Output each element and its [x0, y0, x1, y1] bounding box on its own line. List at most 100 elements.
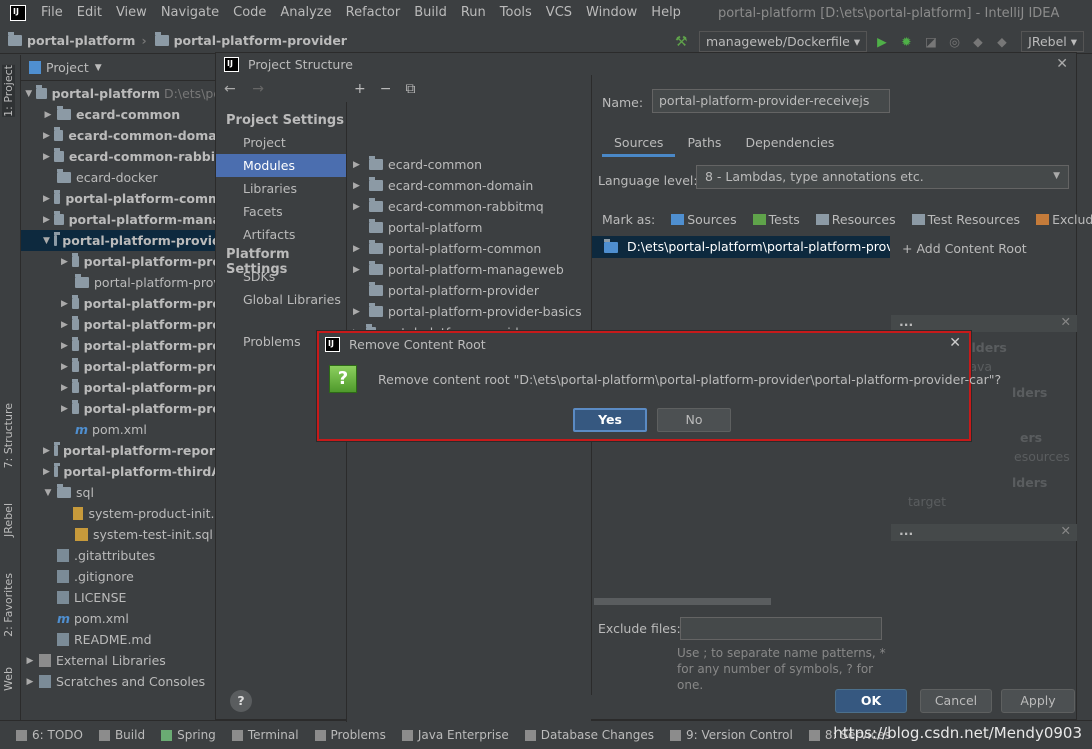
- mark-sources-button[interactable]: Sources: [671, 212, 737, 227]
- structure-tool-tab[interactable]: 7: Structure: [2, 403, 15, 468]
- chevron-down-icon[interactable]: ▼: [25, 89, 32, 99]
- build-tab[interactable]: Build: [98, 728, 145, 742]
- chevron-right-icon[interactable]: ▶: [353, 160, 363, 170]
- tree-item[interactable]: ▶ Scratches and Consoles: [21, 671, 221, 692]
- ok-button[interactable]: OK: [835, 689, 907, 713]
- menu-edit[interactable]: Edit: [70, 0, 109, 26]
- java-enterprise-tab[interactable]: Java Enterprise: [401, 728, 509, 742]
- favorites-tool-tab[interactable]: 2: Favorites: [2, 573, 15, 637]
- close-icon[interactable]: ✕: [1061, 524, 1071, 538]
- tree-item[interactable]: ▼ portal-platform-provid: [21, 230, 221, 251]
- no-button[interactable]: No: [657, 408, 731, 432]
- tree-item[interactable]: ▶ portal-platform-thirdA: [21, 461, 221, 482]
- chevron-right-icon[interactable]: ▶: [61, 362, 68, 372]
- menu-navigate[interactable]: Navigate: [154, 0, 226, 26]
- jrebel-tool-tab[interactable]: JRebel: [2, 503, 15, 537]
- menu-build[interactable]: Build: [407, 0, 454, 26]
- breadcrumb-module[interactable]: portal-platform-provider: [147, 32, 347, 48]
- tree-item[interactable]: m pom.xml: [21, 608, 221, 629]
- module-list-item[interactable]: ▶ portal-platform-common: [347, 238, 592, 259]
- tree-item[interactable]: ▼ sql: [21, 482, 221, 503]
- tree-item[interactable]: ▶ ecard-common: [21, 104, 221, 125]
- tree-item[interactable]: ▶ ecard-common-domai: [21, 125, 221, 146]
- chevron-right-icon[interactable]: ▶: [61, 257, 68, 267]
- chevron-right-icon[interactable]: ▶: [353, 244, 363, 254]
- tree-item[interactable]: system-product-init.s: [21, 503, 221, 524]
- tree-item[interactable]: ▶ portal-platform-pro: [21, 377, 221, 398]
- sidebar-item-artifacts[interactable]: Artifacts: [216, 223, 346, 246]
- run-configuration-select[interactable]: manageweb/Dockerfile ▾: [698, 30, 868, 52]
- menu-view[interactable]: View: [109, 0, 154, 26]
- tree-item[interactable]: ▶ portal-platform-pro: [21, 335, 221, 356]
- module-name-field[interactable]: portal-platform-provider-receivejs: [652, 89, 890, 113]
- horizontal-scrollbar[interactable]: [594, 598, 771, 605]
- menu-window[interactable]: Window: [579, 0, 644, 26]
- remove-icon[interactable]: −: [380, 81, 392, 97]
- tree-item[interactable]: ▶ portal-platform-report: [21, 440, 221, 461]
- apply-button[interactable]: Apply: [1001, 689, 1075, 713]
- module-list-item[interactable]: ▶ ecard-common: [347, 154, 592, 175]
- tree-item[interactable]: ▶ portal-platform-pro: [21, 356, 221, 377]
- tree-item[interactable]: README.md: [21, 629, 221, 650]
- module-list-item[interactable]: portal-platform: [347, 217, 592, 238]
- mark-excluded-button[interactable]: Excluded: [1036, 212, 1092, 227]
- tree-item[interactable]: ecard-docker: [21, 167, 221, 188]
- yes-button[interactable]: Yes: [573, 408, 647, 432]
- chevron-right-icon[interactable]: ▶: [353, 202, 363, 212]
- exclude-files-input[interactable]: [680, 617, 882, 640]
- sidebar-item-global-libraries[interactable]: Global Libraries: [216, 288, 346, 311]
- menu-file[interactable]: File: [34, 0, 70, 26]
- menu-refactor[interactable]: Refactor: [339, 0, 408, 26]
- add-content-root-button[interactable]: + Add Content Root: [902, 241, 1027, 256]
- content-root-row[interactable]: D:\ets\portal-platform\portal-platform-p…: [592, 236, 890, 258]
- chevron-right-icon[interactable]: ▶: [43, 446, 50, 456]
- module-list-item[interactable]: ▶ ecard-common-rabbitmq: [347, 196, 592, 217]
- sidebar-item-project[interactable]: Project: [216, 131, 346, 154]
- menu-vcs[interactable]: VCS: [539, 0, 579, 26]
- chevron-right-icon[interactable]: ▶: [43, 152, 50, 162]
- chevron-right-icon[interactable]: ▶: [43, 194, 50, 204]
- tab-paths[interactable]: Paths: [675, 131, 733, 157]
- language-level-select[interactable]: 8 - Lambdas, type annotations etc.: [696, 165, 1069, 189]
- database-changes-tab[interactable]: Database Changes: [524, 728, 654, 742]
- tree-item[interactable]: ▶ portal-platform-mana: [21, 209, 221, 230]
- add-icon[interactable]: +: [354, 81, 366, 97]
- chevron-right-icon[interactable]: ▶: [353, 265, 363, 275]
- project-structure-titlebar[interactable]: Project Structure: [216, 53, 1076, 75]
- tree-item[interactable]: portal-platform-prov: [21, 272, 221, 293]
- sidebar-item-sdks[interactable]: SDKs: [216, 265, 346, 288]
- help-button[interactable]: ?: [230, 690, 252, 712]
- chevron-right-icon[interactable]: ▶: [353, 181, 363, 191]
- tree-item[interactable]: .gitattributes: [21, 545, 221, 566]
- chevron-down-icon[interactable]: ▼: [43, 236, 50, 246]
- profile-icon[interactable]: ◎: [949, 34, 963, 49]
- menu-run[interactable]: Run: [454, 0, 493, 26]
- chevron-right-icon[interactable]: ▶: [43, 467, 50, 477]
- copy-icon[interactable]: ⧉: [405, 81, 415, 97]
- tree-item[interactable]: ▶ ecard-common-rabbit: [21, 146, 221, 167]
- chevron-right-icon[interactable]: ▶: [353, 307, 363, 317]
- chevron-right-icon[interactable]: ▶: [61, 404, 68, 414]
- run-icon[interactable]: ▶: [877, 34, 891, 49]
- project-tool-tab[interactable]: 1: Project: [2, 65, 15, 117]
- close-icon[interactable]: ✕: [1056, 56, 1068, 72]
- module-list-item[interactable]: ▶ portal-platform-manageweb: [347, 259, 592, 280]
- coverage-icon[interactable]: ◪: [925, 34, 939, 49]
- jrebel-select[interactable]: JRebel ▾: [1021, 30, 1084, 52]
- chevron-right-icon[interactable]: ▶: [43, 131, 50, 141]
- tree-item[interactable]: system-test-init.sql: [21, 524, 221, 545]
- chevron-right-icon[interactable]: ▶: [43, 110, 53, 120]
- chevron-right-icon[interactable]: ▶: [43, 215, 50, 225]
- tree-item[interactable]: ▶ portal-platform-pro: [21, 251, 221, 272]
- chevron-right-icon[interactable]: ▶: [25, 677, 35, 687]
- back-arrow-icon[interactable]: ←: [224, 81, 236, 97]
- chevron-right-icon[interactable]: ▶: [61, 341, 68, 351]
- mark-resources-button[interactable]: Resources: [815, 212, 896, 227]
- breadcrumb-root[interactable]: portal-platform ›: [0, 32, 147, 48]
- spring-tab[interactable]: Spring: [161, 728, 216, 742]
- tree-item[interactable]: ▶ External Libraries: [21, 650, 221, 671]
- tree-item[interactable]: ▶ portal-platform-comm: [21, 188, 221, 209]
- web-tool-tab[interactable]: Web: [2, 667, 15, 691]
- cancel-button[interactable]: Cancel: [920, 689, 992, 713]
- todo-tab[interactable]: 6: TODO: [16, 728, 83, 742]
